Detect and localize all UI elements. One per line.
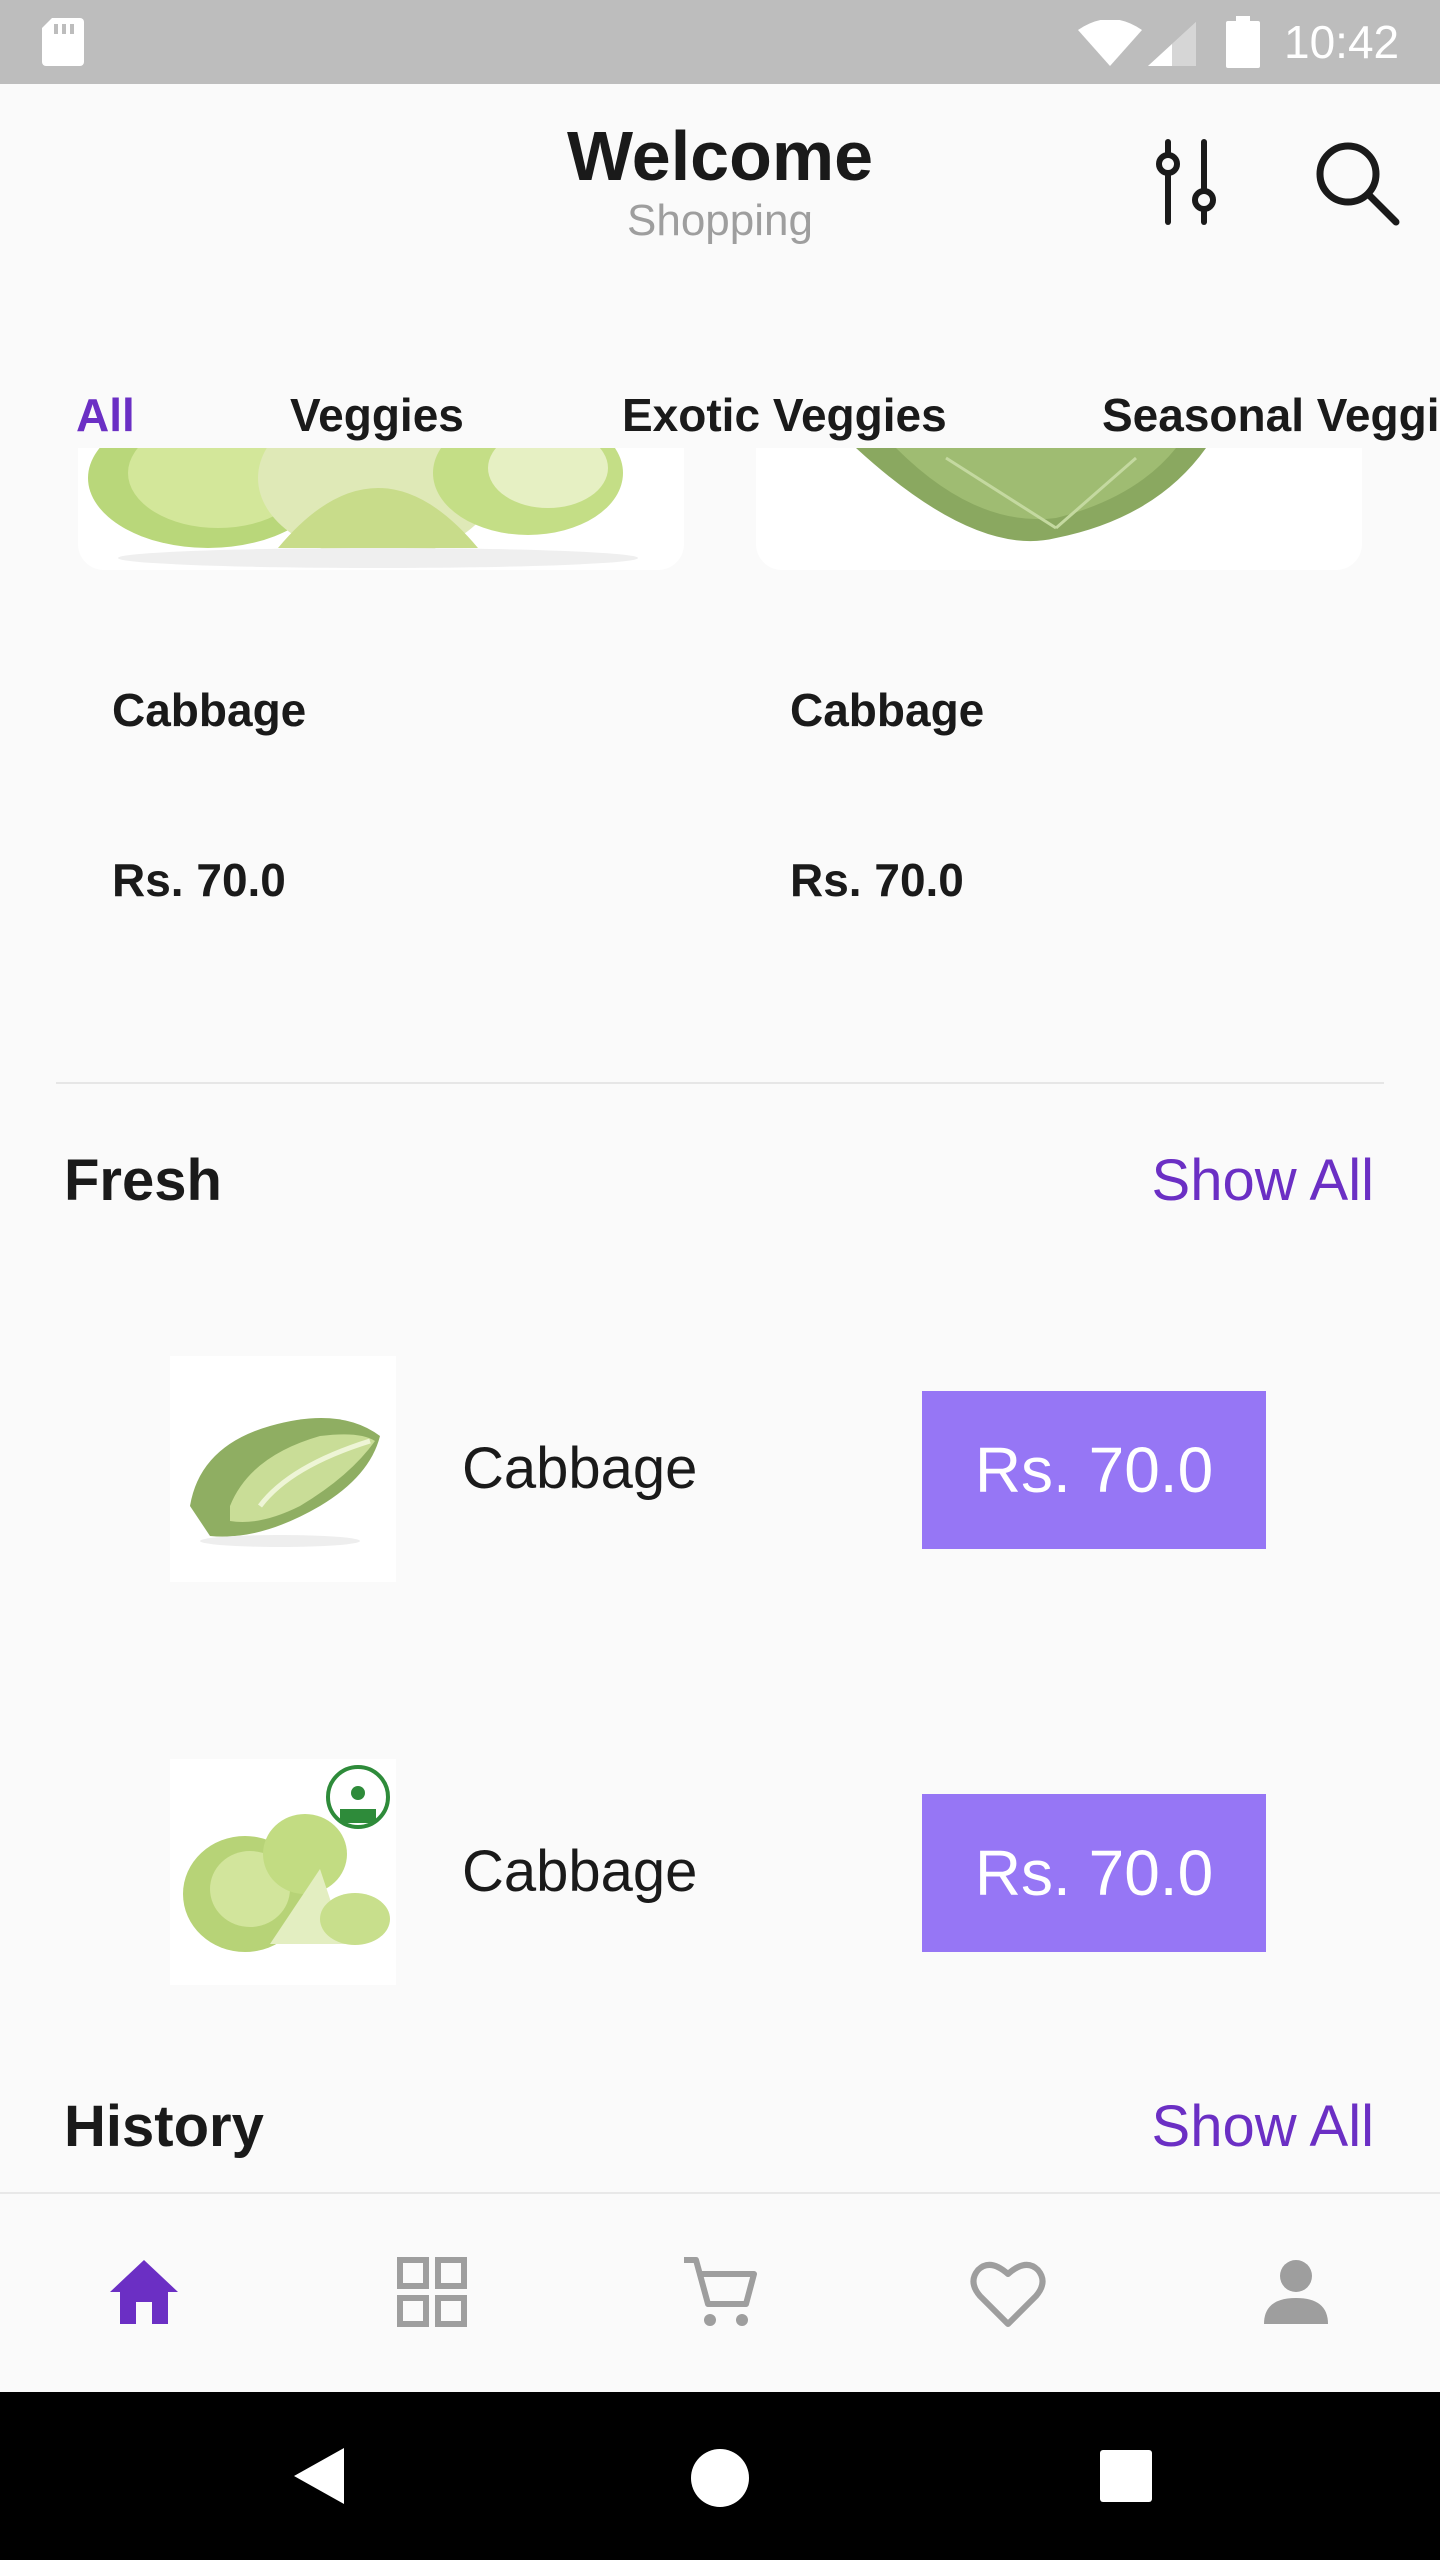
tab-exotic-veggies[interactable]: Exotic Veggies: [622, 380, 947, 450]
tab-veggies[interactable]: Veggies: [290, 380, 464, 450]
home-icon[interactable]: [104, 2252, 184, 2332]
battery-icon: [1226, 16, 1260, 68]
napa-cabbage-image-icon: [190, 1418, 380, 1547]
app-screen: 10:42 Welcome Shopping All Veggies Exoti…: [0, 0, 1440, 2560]
back-icon[interactable]: [290, 2444, 346, 2508]
product-name: Cabbage: [790, 684, 985, 736]
fresh-show-all-link[interactable]: Show All: [1152, 1146, 1374, 1216]
system-navigation-bar: [0, 2392, 1440, 2560]
sd-card-icon: [42, 18, 84, 66]
fresh-item-image[interactable]: [170, 1356, 396, 1582]
fresh-item-name: Cabbage: [462, 1436, 698, 1501]
fresh-item-price-button[interactable]: Rs. 70.0: [922, 1794, 1266, 1952]
product-price: Rs. 70.0: [112, 854, 286, 906]
search-icon[interactable]: [1312, 138, 1400, 226]
section-divider: [56, 1082, 1384, 1084]
product-image[interactable]: [756, 448, 1362, 570]
history-section-title: History: [64, 2094, 264, 2159]
recents-icon[interactable]: [1098, 2448, 1154, 2504]
person-icon[interactable]: [1256, 2252, 1336, 2332]
grid-icon[interactable]: [392, 2252, 472, 2332]
fresh-item-name: Cabbage: [462, 1839, 698, 1904]
cart-icon[interactable]: [680, 2252, 760, 2332]
page-title: Welcome: [566, 117, 874, 195]
product-image[interactable]: [78, 448, 684, 570]
heart-icon[interactable]: [968, 2252, 1048, 2332]
filter-icon[interactable]: [1148, 138, 1224, 226]
signal-icon: [1148, 22, 1196, 66]
tab-all[interactable]: All: [76, 380, 135, 450]
fresh-item-price-button[interactable]: Rs. 70.0: [922, 1391, 1266, 1549]
product-name: Cabbage: [112, 684, 307, 736]
category-tabs: All Veggies Exotic Veggies Seasonal Vegg…: [0, 380, 1440, 450]
page-subtitle: Shopping: [627, 196, 813, 245]
cabbage-image-icon: [183, 1765, 390, 1952]
product-price: Rs. 70.0: [790, 854, 964, 906]
cabbage-image-icon: [856, 448, 1206, 542]
cabbage-image-icon: [88, 448, 638, 568]
tab-seasonal-veggies[interactable]: Seasonal Veggi: [1102, 380, 1439, 450]
fresh-item-image[interactable]: [170, 1759, 396, 1985]
bottom-navigation: [0, 2192, 1440, 2394]
status-bar: 10:42: [0, 0, 1440, 84]
fresh-section-title: Fresh: [64, 1148, 222, 1213]
wifi-icon: [1078, 20, 1142, 66]
history-show-all-link[interactable]: Show All: [1152, 2092, 1374, 2162]
home-circle-icon[interactable]: [690, 2448, 750, 2508]
status-time: 10:42: [1284, 16, 1400, 68]
